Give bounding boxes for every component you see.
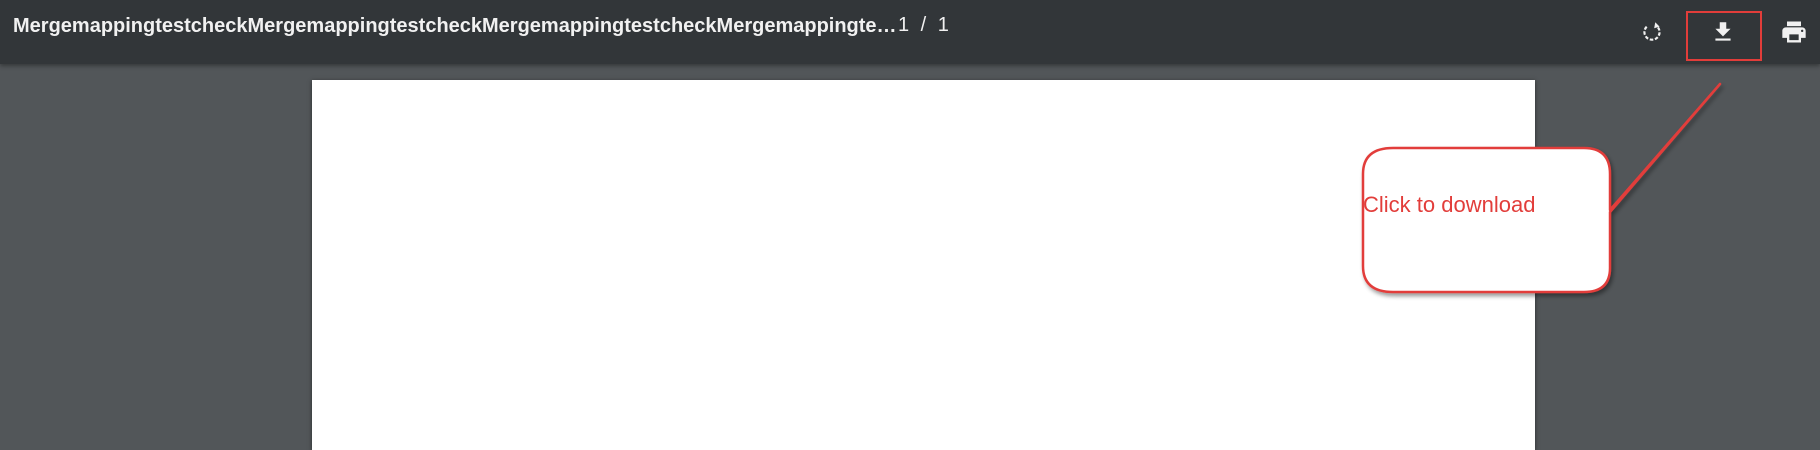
page-counter: 1 / 1 <box>898 14 949 36</box>
print-icon <box>1782 21 1806 43</box>
download-highlight-box <box>1686 11 1762 61</box>
rotate-icon <box>1643 22 1661 41</box>
callout-text: Click to download <box>1363 192 1536 217</box>
rotate-button[interactable] <box>1632 12 1672 52</box>
document-title: MergemappingtestcheckMergemappingtestche… <box>13 15 897 37</box>
print-button[interactable] <box>1774 12 1814 52</box>
pdf-page <box>312 80 1535 450</box>
pdf-toolbar: MergemappingtestcheckMergemappingtestche… <box>0 0 1820 64</box>
